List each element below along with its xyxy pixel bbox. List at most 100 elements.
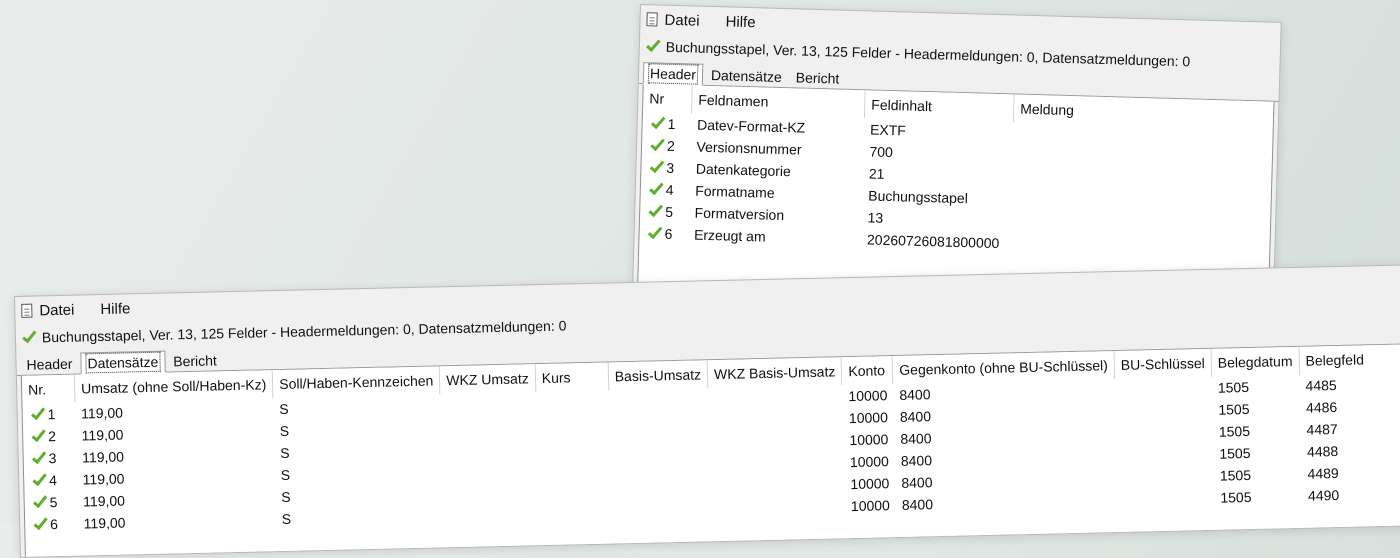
account-cell: 10000 <box>849 453 890 471</box>
menu-file[interactable]: Datei <box>15 301 80 319</box>
document-date-cell: 1505 <box>1219 466 1252 484</box>
rate-cell <box>538 501 611 525</box>
rate-cell <box>537 435 610 459</box>
document-field-cell: 4489 <box>1307 464 1339 482</box>
row-number-cell: 6 <box>25 513 78 536</box>
document-field-cell: 4488 <box>1306 442 1339 460</box>
check-icon <box>650 113 666 130</box>
document-date-cell: 1505 <box>1220 488 1252 506</box>
column-header[interactable]: Umsatz (ohne Soll/Haben-Kz) <box>74 370 274 403</box>
column-header[interactable]: WKZ Umsatz <box>439 364 536 395</box>
base-currency-cell <box>708 385 843 410</box>
field-name-cell: Erzeugt am <box>693 226 766 245</box>
rate-cell <box>538 479 611 503</box>
row-number: 5 <box>49 494 58 511</box>
document-date-cell: 1505 <box>1218 422 1251 440</box>
check-icon <box>32 470 47 487</box>
document-field-cell: 4486 <box>1305 399 1338 416</box>
account-cell: 10000 <box>850 497 891 515</box>
column-header[interactable]: BU-Schlüssel <box>1113 348 1212 380</box>
column-header[interactable]: Basis-Umsatz <box>607 360 708 391</box>
check-icon <box>649 157 665 174</box>
column-header[interactable]: Nr <box>642 84 693 114</box>
currency-cell <box>443 502 539 526</box>
menu-help[interactable]: Hilfe <box>719 13 761 31</box>
row-number: 6 <box>664 225 673 242</box>
column-header[interactable]: WKZ Basis-Umsatz <box>707 357 843 389</box>
header-fields-table: Nr Feldnamen Feldinhalt Meldung 1 Datev-F… <box>639 84 1266 261</box>
currency-cell <box>442 480 538 504</box>
base-currency-cell <box>709 451 844 476</box>
document-date-cell: 1505 <box>1219 444 1251 462</box>
base-amount-cell <box>611 476 711 500</box>
menu-file[interactable]: Datei <box>640 11 705 30</box>
document-date-cell: 1505 <box>1217 379 1250 396</box>
bu-key-cell <box>1117 465 1215 489</box>
row-number: 1 <box>667 115 676 133</box>
tab-header[interactable]: Header <box>642 62 704 86</box>
field-value-cell: 20260726081800000 <box>866 231 1000 252</box>
account-cell: 10000 <box>848 409 889 427</box>
menu-file-label: Datei <box>39 301 75 319</box>
tab-header[interactable]: Header <box>20 354 78 375</box>
records-window: Datei Hilfe Buchungsstapel, Ver. 13, 125… <box>14 264 1400 558</box>
check-icon <box>31 404 46 421</box>
row-number-cell: 6 <box>639 222 688 245</box>
row-number: 5 <box>664 203 674 220</box>
bu-key-cell <box>1115 399 1213 423</box>
currency-cell <box>441 414 537 438</box>
column-header[interactable]: Nr. <box>21 374 75 404</box>
row-number-cell: 5 <box>640 200 689 223</box>
base-currency-cell <box>710 495 845 520</box>
tab-report[interactable]: Bericht <box>167 350 223 371</box>
currency-cell <box>441 436 537 460</box>
debit-credit-cell: S <box>281 510 292 527</box>
row-number-cell: 4 <box>24 469 77 492</box>
column-header[interactable]: Kurs <box>534 362 609 393</box>
check-icon <box>650 135 665 152</box>
check-icon <box>22 328 37 344</box>
tab-records[interactable]: Datensätze <box>80 350 166 375</box>
rate-cell <box>537 457 610 481</box>
document-icon <box>646 12 658 27</box>
column-header[interactable]: Konto <box>841 356 894 386</box>
currency-cell <box>440 392 536 416</box>
row-number-cell: 2 <box>23 425 76 448</box>
menu-help[interactable]: Hilfe <box>94 300 136 318</box>
base-currency-cell <box>708 407 843 432</box>
row-number: 2 <box>48 428 57 445</box>
base-currency-cell <box>710 473 845 498</box>
bu-key-cell <box>1115 377 1213 401</box>
check-icon <box>32 448 47 465</box>
row-number: 1 <box>47 406 56 423</box>
row-number: 4 <box>49 472 58 489</box>
check-icon <box>648 201 664 218</box>
menu-help-label: Hilfe <box>725 12 756 31</box>
row-number-cell: 3 <box>641 156 690 179</box>
account-cell: 10000 <box>849 431 889 449</box>
column-header[interactable]: Belegdatum <box>1210 346 1300 377</box>
base-amount-cell <box>611 498 711 522</box>
tab-report[interactable]: Bericht <box>789 67 845 89</box>
check-icon <box>646 36 661 52</box>
document-date-cell: 1505 <box>1218 401 1250 418</box>
base-currency-cell <box>709 429 844 454</box>
document-icon <box>21 303 33 318</box>
amount-cell: 119,00 <box>83 514 126 532</box>
base-amount-cell <box>610 432 710 456</box>
row-number-cell: 4 <box>641 178 690 201</box>
base-amount-cell <box>609 388 709 412</box>
bu-key-cell <box>1116 421 1214 445</box>
column-header[interactable]: Feldinhalt <box>864 90 1015 123</box>
tab-records[interactable]: Datensätze <box>705 65 788 87</box>
bu-key-cell <box>1117 487 1215 511</box>
rate-cell <box>536 413 609 437</box>
check-icon <box>649 179 664 196</box>
menu-file-label: Datei <box>664 11 700 30</box>
row-number: 4 <box>665 181 674 199</box>
row-number-cell: 1 <box>642 112 691 135</box>
column-header[interactable]: Soll/Haben-Kennzeichen <box>272 366 441 399</box>
row-number-cell: 1 <box>22 403 75 426</box>
rate-cell <box>536 391 609 415</box>
column-header[interactable]: Belegfeld <box>1299 345 1371 375</box>
